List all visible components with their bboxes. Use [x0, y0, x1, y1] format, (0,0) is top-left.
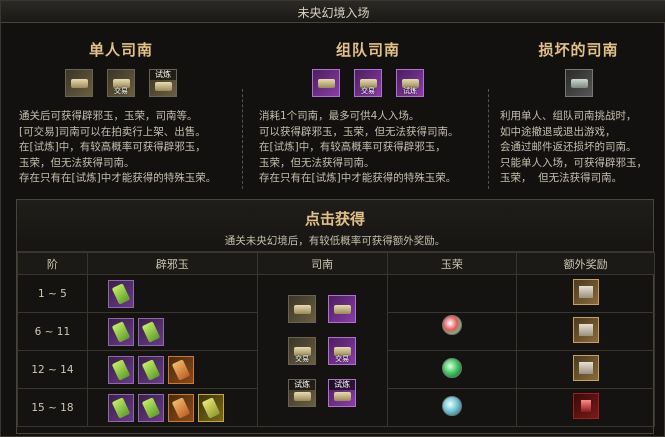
window-title: 未央幻境入场	[297, 6, 370, 20]
yurong-cell	[386, 350, 518, 389]
jade-purple-icon[interactable]	[137, 317, 164, 346]
compass-icon[interactable]	[288, 294, 317, 323]
section-solo-compass: 单人司南 交易 试炼 通关后可获得辟邪玉，玉荣，司南等。 [可交易]司南可以在拍…	[11, 33, 231, 193]
compass-trial-icon[interactable]: 试炼	[149, 69, 177, 97]
divider	[242, 89, 243, 189]
extra-reward-cell	[516, 388, 655, 427]
section-description: 通关后可获得辟邪玉，玉荣，司南等。 [可交易]司南可以在拍卖行上架、出售。 在[…	[19, 110, 217, 184]
reward-panel: 点击获得 通关未央幻境后，有较低概率可获得额外奖励。 阶 辟邪玉 司南 玉荣 额…	[16, 199, 655, 434]
jade-purple-icon[interactable]	[107, 355, 134, 384]
reward-table: 阶 辟邪玉 司南 玉荣 额外奖励 1 ~ 5 交易 交易 试炼 试炼 6 ~ 1…	[17, 252, 655, 427]
yurong-cell	[386, 274, 518, 313]
section-icons	[496, 69, 661, 97]
jade-purple-icon[interactable]	[137, 393, 164, 422]
jade-cell	[86, 312, 258, 351]
tier-cell: 6 ~ 11	[17, 312, 88, 351]
jade-purple-icon[interactable]	[107, 317, 134, 346]
compass-trial-icon[interactable]: 试炼	[288, 378, 317, 407]
section-title: 组队司南	[335, 41, 400, 59]
jade-cell	[86, 274, 258, 313]
table-header-row: 阶 辟邪玉 司南 玉荣 额外奖励	[17, 252, 655, 275]
tier-cell: 1 ~ 5	[17, 274, 88, 313]
header-tier: 阶	[17, 252, 88, 275]
panel-title: 点击获得	[304, 210, 365, 228]
compass-icon[interactable]	[65, 69, 93, 97]
panel-header: 点击获得 通关未央幻境后，有较低概率可获得额外奖励。	[17, 200, 653, 252]
reward-box-icon[interactable]	[572, 317, 599, 343]
yurong-cell	[386, 388, 518, 427]
compass-trade-icon[interactable]: 交易	[288, 336, 317, 365]
compass-cell: 交易 交易 试炼 试炼	[256, 274, 388, 427]
jade-purple-icon[interactable]	[137, 355, 164, 384]
jade-orange-icon[interactable]	[167, 355, 194, 384]
header-extra-reward: 额外奖励	[516, 252, 655, 275]
extra-reward-cell	[516, 350, 655, 389]
section-title: 单人司南	[88, 41, 153, 59]
compass-trade-icon[interactable]: 交易	[107, 69, 135, 97]
tier-cell: 15 ~ 18	[17, 388, 88, 427]
panel-subtitle: 通关未央幻境后，有较低概率可获得额外奖励。	[224, 235, 446, 247]
jade-purple-icon[interactable]	[107, 393, 134, 422]
yurong-red-icon[interactable]	[441, 314, 462, 335]
jade-yellow-icon[interactable]	[197, 393, 224, 422]
team-compass-trial-icon[interactable]: 试炼	[328, 378, 357, 407]
team-compass-icon[interactable]	[312, 69, 340, 97]
dungeon-entry-window: 未央幻境入场 单人司南 交易 试炼 通关后可获得辟邪玉，玉荣，司南等。 [可交易…	[0, 0, 665, 437]
tier-cell: 12 ~ 14	[17, 350, 88, 389]
team-compass-trade-icon[interactable]: 交易	[328, 336, 357, 365]
team-compass-trade-icon[interactable]: 交易	[354, 69, 382, 97]
yurong-green-icon[interactable]	[441, 358, 462, 378]
reward-box-icon[interactable]	[572, 279, 599, 305]
title-bar[interactable]: 未央幻境入场	[1, 1, 665, 23]
section-icons: 交易 试炼	[11, 69, 231, 97]
extra-reward-cell	[516, 274, 655, 313]
header-jade: 辟邪玉	[86, 252, 258, 275]
jade-cell	[86, 350, 258, 389]
team-compass-trial-icon[interactable]: 试炼	[396, 69, 424, 97]
section-team-compass: 组队司南 交易 试炼 消耗1个司南，最多可供4人入场。 可以获得辟邪玉，玉荣，但…	[253, 33, 483, 193]
header-yurong: 玉荣	[386, 252, 518, 275]
section-title: 损坏的司南	[538, 41, 619, 59]
yurong-blue-icon[interactable]	[441, 396, 462, 416]
yurong-cell	[386, 312, 518, 351]
section-broken-compass: 损坏的司南 利用单人、组队司南挑战时， 如中途撤退或退出游戏， 会通过邮件返还损…	[496, 33, 661, 193]
reward-weapon-icon[interactable]	[572, 393, 599, 419]
reward-box-icon[interactable]	[572, 355, 599, 381]
jade-orange-icon[interactable]	[167, 393, 194, 422]
team-compass-icon[interactable]	[328, 294, 357, 323]
section-description: 利用单人、组队司南挑战时， 如中途撤退或退出游戏， 会通过邮件返还损坏的司南。 …	[500, 110, 647, 184]
jade-purple-icon[interactable]	[107, 279, 134, 308]
broken-compass-icon[interactable]	[564, 69, 593, 97]
section-icons: 交易 试炼	[253, 69, 483, 97]
table-row: 1 ~ 5 交易 交易 试炼 试炼	[17, 274, 655, 427]
jade-cell	[86, 388, 258, 427]
section-description: 消耗1个司南，最多可供4人入场。 可以获得辟邪玉，玉荣，但无法获得司南。 在[试…	[259, 110, 459, 184]
divider	[488, 89, 489, 189]
header-compass: 司南	[256, 252, 388, 275]
extra-reward-cell	[516, 312, 655, 351]
